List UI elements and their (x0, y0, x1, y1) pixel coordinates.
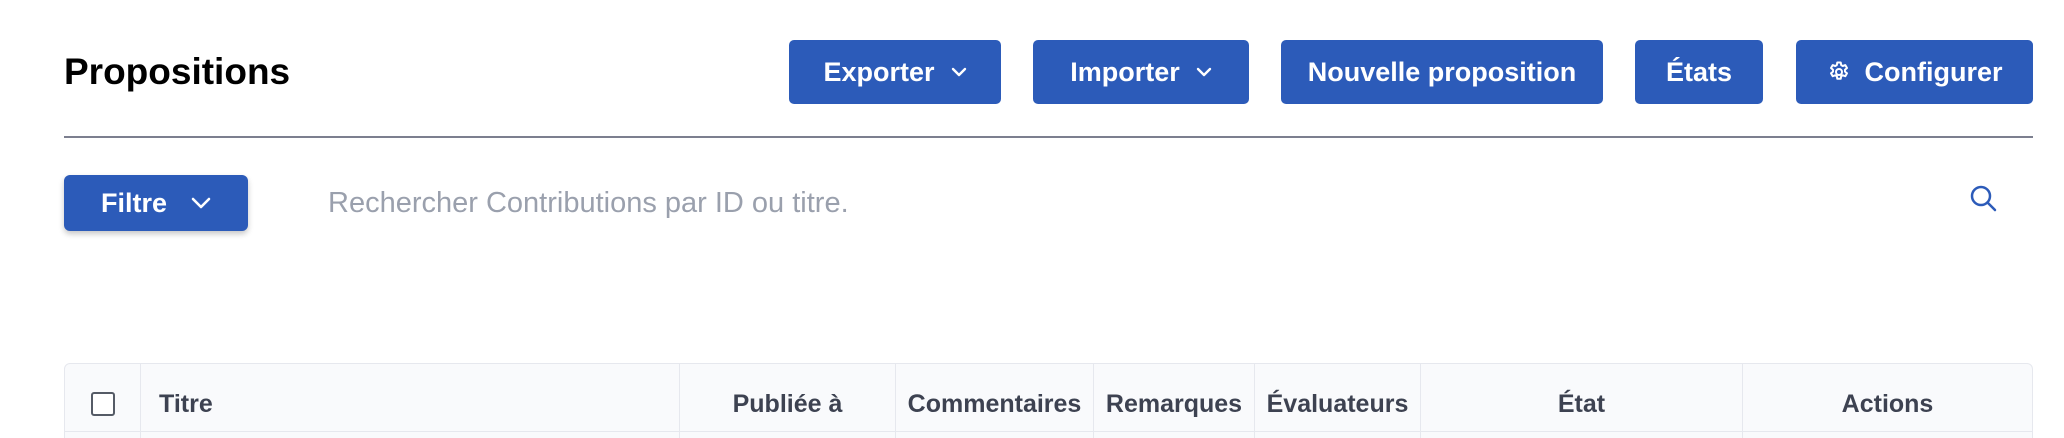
column-header-state-label: État (1557, 389, 1606, 418)
column-header-remarks-label: Remarques (1105, 389, 1243, 418)
column-header-evaluators-label: Évaluateurs (1266, 389, 1409, 418)
search-input[interactable] (312, 175, 1952, 231)
page-title: Propositions (64, 51, 291, 92)
column-header-remarks[interactable]: Remarques (1094, 364, 1255, 438)
header-divider (64, 136, 2033, 138)
column-header-published-label: Publiée à (732, 389, 843, 418)
new-proposal-button-label: Nouvelle proposition (1307, 56, 1577, 87)
configure-button-label: Configurer (1864, 56, 2003, 87)
configure-button[interactable]: Configurer (1796, 40, 2033, 104)
select-all-cell (65, 364, 141, 438)
states-button[interactable]: États (1635, 40, 1763, 104)
column-header-actions-label: Actions (1841, 389, 1934, 418)
filter-button[interactable]: Filtre (64, 175, 248, 231)
column-header-title[interactable]: Titre (141, 364, 680, 438)
column-header-comments[interactable]: Commentaires (896, 364, 1094, 438)
import-button[interactable]: Importer (1033, 40, 1249, 104)
chevron-down-icon (951, 67, 967, 77)
search-icon[interactable] (1968, 183, 2000, 215)
table-header-bottom-border (65, 431, 2032, 432)
export-button-label: Exporter (823, 56, 935, 87)
states-button-label: États (1665, 56, 1733, 87)
import-button-label: Importer (1070, 56, 1180, 87)
chevron-down-icon (191, 197, 211, 209)
column-header-actions: Actions (1743, 364, 2032, 438)
gear-icon (1827, 60, 1851, 84)
page: Propositions Exporter Importer Nouvelle … (0, 0, 2064, 438)
chevron-down-icon (1196, 67, 1212, 77)
column-header-evaluators[interactable]: Évaluateurs (1255, 364, 1421, 438)
export-button[interactable]: Exporter (789, 40, 1001, 104)
column-header-published[interactable]: Publiée à (680, 364, 896, 438)
column-header-title-label: Titre (159, 389, 213, 418)
column-header-comments-label: Commentaires (907, 389, 1082, 418)
new-proposal-button[interactable]: Nouvelle proposition (1281, 40, 1603, 104)
select-all-checkbox[interactable] (90, 392, 115, 416)
propositions-table: Titre Publiée à Commentaires Remarques É… (64, 363, 2033, 438)
column-header-state[interactable]: État (1421, 364, 1743, 438)
filter-button-label: Filtre (100, 187, 167, 218)
